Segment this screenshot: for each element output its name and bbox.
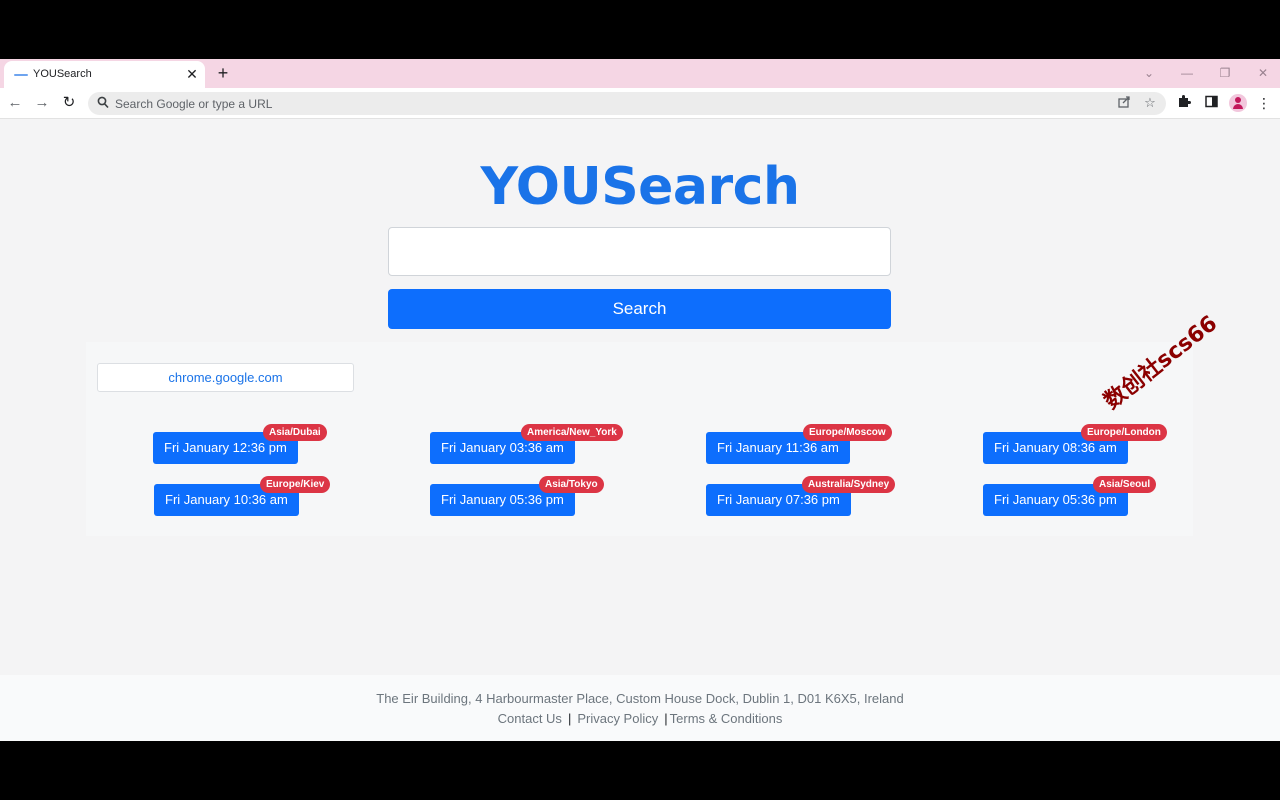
browser-toolbar: ← → ↻ ☆ ⋮ [0, 88, 1280, 119]
browser-window: YOUSearch ✕ + ⌄ — ❐ ✕ ← → ↻ ☆ [0, 59, 1280, 741]
search-button[interactable]: Search [388, 289, 891, 329]
restore-button[interactable]: ❐ [1216, 64, 1234, 82]
timezone-badge: Asia/Tokyo [539, 476, 604, 493]
watermark: 数创社scs66 [1100, 311, 1222, 414]
shortcuts-panel: chrome.google.com 数创社scs66 Fri January 1… [86, 311, 1222, 536]
page-content: YOUSearch Search chrome.google.com 数创社sc… [0, 119, 1280, 741]
timezone-badge: America/New_York [521, 424, 623, 441]
timezone-badge: Europe/London [1081, 424, 1167, 441]
forward-button[interactable]: → [32, 93, 52, 113]
watermark-text: 数创社scs66 [1099, 311, 1223, 415]
tab-favicon-icon [14, 74, 28, 76]
extensions-icon[interactable] [1175, 94, 1193, 112]
tab-title: YOUSearch [33, 68, 92, 80]
back-button[interactable]: ← [5, 93, 25, 113]
close-tab-icon[interactable]: ✕ [184, 65, 200, 83]
timezone-badge: Asia/Dubai [263, 424, 327, 441]
footer-address: The Eir Building, 4 Harbourmaster Place,… [376, 691, 904, 706]
timezone-badge: Australia/Sydney [802, 476, 896, 493]
footer: The Eir Building, 4 Harbourmaster Place,… [0, 675, 1280, 741]
close-window-button[interactable]: ✕ [1254, 64, 1272, 82]
address-input[interactable] [115, 92, 1095, 115]
terms-conditions-link[interactable]: Terms & Conditions [670, 711, 783, 726]
footer-separator: | [567, 711, 572, 726]
search-icon [97, 96, 109, 109]
bookmark-star-icon[interactable]: ☆ [1142, 95, 1158, 111]
side-panel-icon[interactable] [1202, 94, 1220, 112]
search-input[interactable] [388, 227, 891, 276]
profile-avatar[interactable] [1229, 94, 1247, 112]
menu-kebab-icon[interactable]: ⋮ [1255, 94, 1273, 112]
tab-strip: YOUSearch ✕ + ⌄ — ❐ ✕ [0, 59, 1280, 88]
omnibox[interactable]: ☆ [88, 92, 1166, 115]
contact-us-link[interactable]: Contact Us [498, 711, 562, 726]
site-logo: YOUSearch [480, 157, 800, 217]
tab-yousearch[interactable]: YOUSearch ✕ [4, 61, 205, 88]
privacy-policy-link[interactable]: Privacy Policy [577, 711, 658, 726]
shortcut-link[interactable]: chrome.google.com [97, 363, 354, 392]
timezone-badge: Europe/Kiev [260, 476, 331, 493]
footer-links: Contact Us | Privacy Policy | Terms & Condit… [0, 711, 1280, 726]
tab-search-icon[interactable]: ⌄ [1140, 64, 1158, 82]
new-tab-button[interactable]: + [214, 63, 232, 83]
footer-separator: | [664, 711, 668, 726]
timezone-badge: Asia/Seoul [1093, 476, 1157, 493]
timezone-badge: Europe/Moscow [803, 424, 892, 441]
share-icon[interactable] [1116, 95, 1132, 111]
reload-button[interactable]: ↻ [59, 93, 79, 113]
minimize-button[interactable]: — [1178, 64, 1196, 82]
